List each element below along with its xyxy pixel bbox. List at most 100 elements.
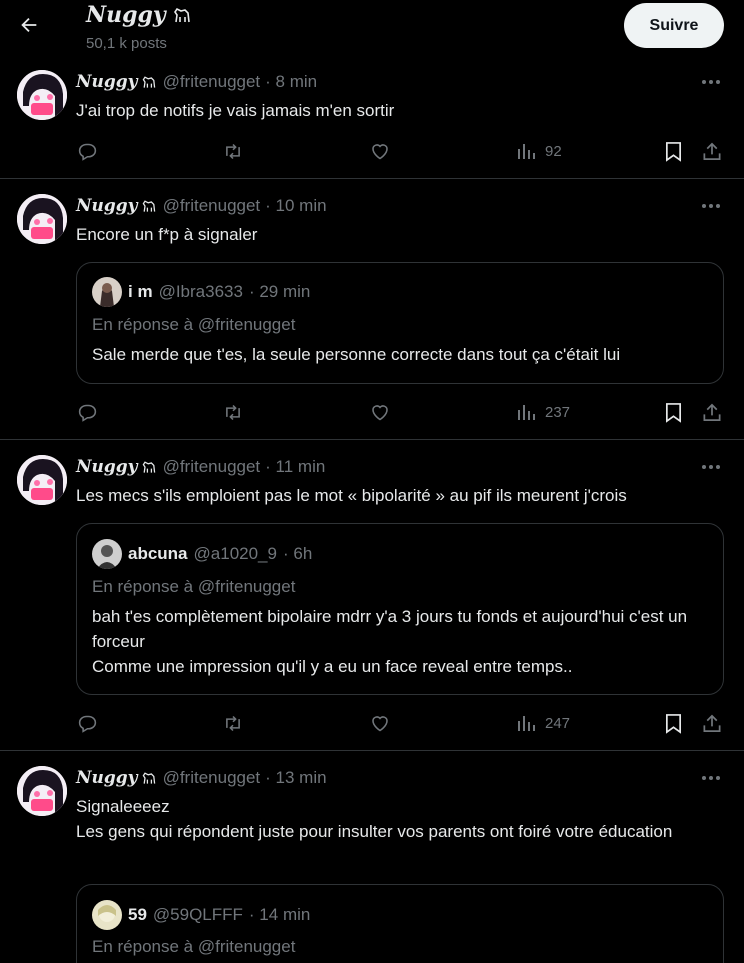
tweet[interactable]: Nuggy @fritenugget · 10 min Encore un f*… (0, 179, 744, 440)
avatar[interactable] (17, 194, 67, 244)
tweet[interactable]: Nuggy @fritenugget · 11 min Les mecs s'i… (0, 440, 744, 751)
handle[interactable]: @fritenugget (163, 72, 261, 92)
avatar[interactable] (17, 70, 67, 120)
handle[interactable]: @fritenugget (163, 768, 261, 788)
avatar[interactable] (17, 766, 67, 816)
timestamp[interactable]: · 10 min (265, 196, 326, 216)
arrow-left-icon (21, 17, 37, 33)
profile-header: Nuggy 50,1 k posts Suivre (0, 0, 744, 58)
bookmark-icon (665, 141, 682, 162)
repost-button[interactable] (221, 139, 245, 163)
avatar (92, 539, 122, 569)
action-bar: 247 (0, 711, 744, 735)
like-icon (372, 404, 388, 420)
share-icon (703, 142, 721, 160)
timestamp[interactable]: · 11 min (265, 457, 325, 477)
action-bar: 237 (0, 400, 744, 424)
bookmark-button[interactable] (664, 400, 683, 424)
tweet[interactable]: Nuggy @fritenugget · 8 min J'ai trop de … (0, 58, 744, 179)
quote-header: 59 @59QLFFF · 14 min (92, 900, 310, 930)
tweet-header: Nuggy @fritenugget · 8 min (76, 71, 317, 93)
quote-handle: @a1020_9 (193, 544, 277, 563)
avatar[interactable] (17, 455, 67, 505)
handle[interactable]: @fritenugget (163, 457, 261, 477)
avatar (92, 900, 122, 930)
tweet-text: Encore un f*p à signaler (76, 225, 258, 244)
quote-timestamp: · 29 min (248, 282, 311, 301)
share-icon (703, 714, 721, 732)
quoted-tweet[interactable]: i m @Ibra3633 · 29 min En réponse à @fri… (76, 262, 724, 384)
more-button[interactable] (698, 196, 724, 216)
reply-button[interactable] (77, 139, 98, 163)
views-count: 247 (545, 714, 571, 732)
more-button[interactable] (698, 72, 724, 92)
profile-name: Nuggy (86, 2, 192, 28)
repost-button[interactable] (221, 711, 245, 735)
views-button[interactable]: 237 (517, 400, 570, 424)
dog-emoji-icon (142, 461, 155, 473)
display-name[interactable]: Nuggy (76, 72, 157, 92)
reply-button[interactable] (77, 400, 98, 424)
like-button[interactable] (369, 711, 391, 735)
quote-reply-context: En réponse à @fritenugget (92, 937, 296, 956)
avatar (92, 277, 122, 307)
tweet-header: Nuggy @fritenugget · 11 min (76, 456, 325, 478)
views-button[interactable]: 247 (517, 711, 570, 735)
more-button[interactable] (698, 768, 724, 788)
quoted-tweet[interactable]: abcuna @a1020_9 · 6h En réponse à @frite… (76, 523, 724, 695)
quote-display-name: abcuna (128, 544, 188, 563)
follow-button[interactable]: Suivre (624, 3, 724, 48)
quote-timestamp: · 6h (282, 544, 313, 563)
display-name[interactable]: Nuggy (76, 196, 157, 216)
bookmark-button[interactable] (664, 139, 683, 163)
back-button[interactable] (14, 10, 44, 40)
display-name[interactable]: Nuggy (76, 457, 157, 477)
dog-emoji-icon (173, 7, 190, 23)
views-icon (518, 405, 535, 420)
bookmark-button[interactable] (664, 711, 683, 735)
quote-handle: @Ibra3633 (158, 282, 243, 301)
tweet-text: J'ai trop de notifs je vais jamais m'en … (76, 101, 395, 120)
dog-emoji-icon (142, 772, 155, 784)
share-button[interactable] (701, 400, 723, 424)
more-dots-icon (702, 465, 720, 469)
quote-display-name: i m (128, 282, 153, 301)
more-button[interactable] (698, 457, 724, 477)
quoted-tweet[interactable]: 59 @59QLFFF · 14 min En réponse à @frite… (76, 884, 724, 963)
views-icon (518, 716, 535, 731)
quote-handle: @59QLFFF (152, 905, 243, 924)
share-button[interactable] (701, 139, 723, 163)
views-icon (518, 144, 535, 159)
quote-text: Sale merde que t'es, la seule personne c… (92, 345, 621, 364)
action-bar: 92 (0, 139, 744, 163)
repost-icon (226, 715, 240, 731)
more-dots-icon (702, 204, 720, 208)
dog-emoji-icon (142, 200, 155, 212)
views-count: 92 (545, 142, 562, 160)
tweet-header: Nuggy @fritenugget · 13 min (76, 767, 327, 789)
like-button[interactable] (369, 139, 391, 163)
quote-reply-context: En réponse à @fritenugget (92, 315, 296, 334)
handle[interactable]: @fritenugget (163, 196, 261, 216)
timestamp[interactable]: · 8 min (265, 72, 317, 92)
tweet[interactable]: Nuggy @fritenugget · 13 min Signaleeeez … (0, 751, 744, 963)
display-name[interactable]: Nuggy (76, 768, 157, 788)
quote-display-name: 59 (128, 905, 147, 924)
views-count: 237 (545, 403, 571, 421)
quote-header: abcuna @a1020_9 · 6h (92, 539, 312, 569)
repost-icon (226, 404, 240, 420)
tweet-text: Signaleeeez Les gens qui répondent juste… (76, 797, 673, 841)
bookmark-icon (665, 713, 682, 734)
repost-button[interactable] (221, 400, 245, 424)
dog-emoji-icon (142, 76, 155, 88)
quote-reply-context: En réponse à @fritenugget (92, 577, 296, 596)
views-button[interactable]: 92 (517, 139, 562, 163)
bookmark-icon (665, 402, 682, 423)
timestamp[interactable]: · 13 min (265, 768, 326, 788)
more-dots-icon (702, 80, 720, 84)
more-dots-icon (702, 776, 720, 780)
like-button[interactable] (369, 400, 391, 424)
share-button[interactable] (701, 711, 723, 735)
reply-button[interactable] (77, 711, 98, 735)
share-icon (703, 403, 721, 421)
